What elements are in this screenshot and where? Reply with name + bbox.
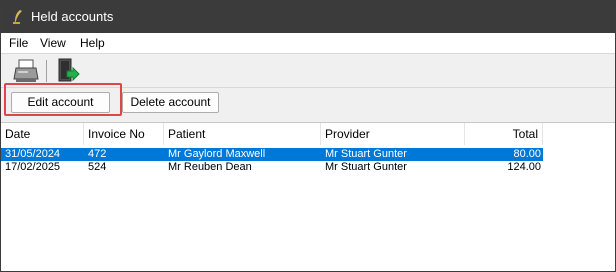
toolbar-separator	[46, 60, 47, 82]
cell-date: 31/05/2024	[5, 148, 61, 160]
cell-date: 17/02/2025	[5, 161, 61, 173]
delete-account-button[interactable]: Delete account	[122, 92, 219, 113]
printer-icon[interactable]	[12, 57, 40, 85]
menu-help[interactable]: Help	[79, 36, 106, 50]
cell-invoice: 472	[88, 148, 107, 160]
edit-account-button[interactable]: Edit account	[11, 92, 110, 113]
cell-total: 124.00	[507, 161, 541, 173]
table-row[interactable]: 31/05/2024 472 Mr Gaylord Maxwell Mr Stu…	[1, 148, 543, 161]
column-header-invoice[interactable]: Invoice No	[84, 123, 164, 145]
cell-total: 80.00	[513, 148, 541, 160]
window-title: Held accounts	[31, 9, 114, 24]
column-header-date[interactable]: Date	[1, 123, 84, 145]
cell-invoice: 524	[88, 161, 107, 173]
cell-patient: Mr Gaylord Maxwell	[168, 148, 266, 160]
held-accounts-table[interactable]: Date Invoice No Patient Provider Total 3…	[1, 122, 615, 271]
column-header-patient[interactable]: Patient	[164, 123, 321, 145]
menu-bar: File View Help	[1, 33, 615, 53]
column-header-provider[interactable]: Provider	[321, 123, 465, 145]
menu-file[interactable]: File	[8, 36, 29, 50]
app-quill-icon	[13, 10, 22, 24]
toolbar	[1, 53, 615, 87]
held-accounts-window: Held accounts File View Help Edit accoun…	[0, 0, 616, 272]
column-header-total[interactable]: Total	[465, 123, 543, 145]
cell-patient: Mr Reuben Dean	[168, 161, 252, 173]
table-row[interactable]: 17/02/2025 524 Mr Reuben Dean Mr Stuart …	[1, 161, 543, 174]
exit-door-icon[interactable]	[53, 57, 81, 85]
cell-provider: Mr Stuart Gunter	[325, 148, 407, 160]
cell-provider: Mr Stuart Gunter	[325, 161, 407, 173]
table-header: Date Invoice No Patient Provider Total	[1, 123, 543, 145]
title-bar: Held accounts	[1, 1, 615, 33]
menu-view[interactable]: View	[39, 36, 67, 50]
